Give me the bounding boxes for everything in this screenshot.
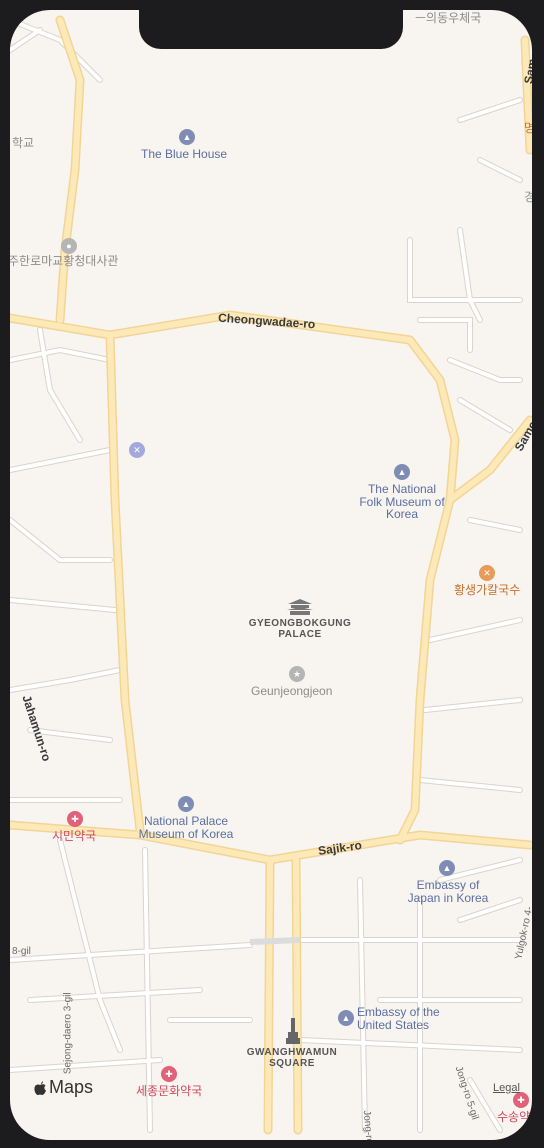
poi-gyeong[interactable]: 경남 (524, 191, 532, 204)
maps-logo: Maps (33, 1077, 93, 1098)
poi-school[interactable]: 학교 (12, 137, 34, 150)
embassy-icon[interactable]: ● (61, 238, 77, 254)
poi-embassy-japan[interactable]: Embassy of Japan in Korea (400, 879, 496, 904)
embassy-icon[interactable]: ▲ (338, 1010, 354, 1026)
restaurant-icon[interactable]: ✕ (479, 565, 495, 581)
pharmacy-icon[interactable]: ✚ (67, 811, 83, 827)
poi-folk-museum[interactable]: The National Folk Museum of Korea (356, 483, 448, 521)
road-label-sejongdaero: Sejong-daero 3-gil (62, 992, 74, 1075)
star-icon[interactable]: ★ (289, 666, 305, 682)
road-label-8gil: 8-gil (12, 946, 31, 957)
embassy-icon[interactable]: ▲ (439, 860, 455, 876)
maps-brand-text: Maps (49, 1077, 94, 1097)
phone-frame: Cheongwadae-ro Sajik-ro Jahamun-ro Yulgo… (0, 0, 544, 1148)
poi-embassy-us[interactable]: Embassy of the United States (357, 1006, 453, 1031)
apple-icon (34, 1080, 46, 1095)
poi-siminyakguk[interactable]: 시민약국 (52, 830, 96, 843)
pharmacy-icon[interactable]: ✚ (513, 1092, 529, 1108)
landmark-icon[interactable]: ▲ (179, 129, 195, 145)
device-notch (139, 10, 403, 49)
statue-icon[interactable] (285, 1016, 301, 1046)
legal-link[interactable]: Legal (493, 1082, 520, 1094)
poi-blue-house[interactable]: The Blue House (141, 148, 227, 161)
poi-gyeongbokgung[interactable]: GYEONGBOKGUNG PALACE (245, 618, 355, 640)
restaurant-icon[interactable]: ✕ (129, 442, 145, 458)
map-canvas[interactable] (10, 10, 532, 1140)
map-view[interactable]: Cheongwadae-ro Sajik-ro Jahamun-ro Yulgo… (10, 10, 532, 1140)
palace-icon[interactable] (285, 598, 315, 616)
pharmacy-icon[interactable]: ✚ (161, 1066, 177, 1082)
poi-nuncio[interactable]: 주한로마교황청대사관 (10, 255, 118, 268)
museum-icon[interactable]: ▲ (178, 796, 194, 812)
road-label-jongro: Jong-ro (360, 1109, 375, 1140)
poi-top-right[interactable]: ㅡ의동우체국 (415, 12, 481, 25)
poi-hwangsaeng[interactable]: 황생가칼국수 (454, 584, 520, 597)
poi-geunjeongjeon[interactable]: Geunjeongjeon (251, 685, 332, 698)
poi-gwanghwamun[interactable]: GWANGHWAMUN SQUARE (242, 1047, 342, 1069)
museum-icon[interactable]: ▲ (394, 464, 410, 480)
poi-palace-museum[interactable]: National Palace Museum of Korea (131, 815, 241, 840)
poi-susong[interactable]: 수송약국 (497, 1111, 532, 1124)
poi-sejongmunhwa[interactable]: 세종문화약국 (136, 1085, 202, 1098)
gwanghwamun-crosswalk (249, 937, 301, 945)
poi-myeong[interactable]: 명성 (524, 122, 532, 135)
